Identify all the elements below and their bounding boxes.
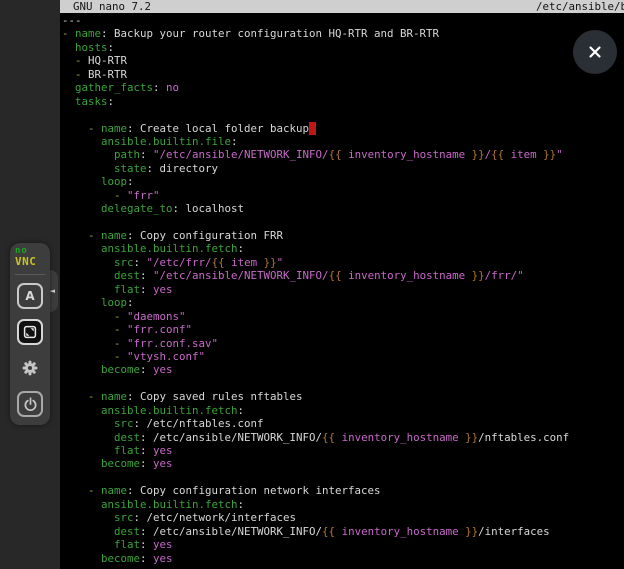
code-line: hosts: xyxy=(62,41,624,54)
settings-button[interactable] xyxy=(17,355,43,381)
code-line: - BR-RTR xyxy=(62,68,624,81)
code-line: - "vtysh.conf" xyxy=(62,350,624,363)
nano-filepath: /etc/ansible/b xyxy=(536,0,624,13)
terminal-window: GNU nano 7.2 /etc/ansible/b ---- name: B… xyxy=(60,0,624,569)
code-line: dest: "/etc/ansible/NETWORK_INFO/{{ inve… xyxy=(62,269,624,282)
code-line: dest: /etc/ansible/NETWORK_INFO/{{ inven… xyxy=(62,525,624,538)
close-icon xyxy=(586,43,604,61)
code-line: dest: /etc/ansible/NETWORK_INFO/{{ inven… xyxy=(62,431,624,444)
disconnect-button[interactable] xyxy=(17,391,43,417)
code-line: src: /etc/network/interfaces xyxy=(62,511,624,524)
code-line: - name: Copy configuration network inter… xyxy=(62,484,624,497)
close-button[interactable] xyxy=(573,30,617,74)
code-line: - name: Copy configuration FRR xyxy=(62,229,624,242)
code-line: loop: xyxy=(62,175,624,188)
app-root: ◄ no VNC A xyxy=(0,0,624,569)
nano-titlebar: GNU nano 7.2 /etc/ansible/b xyxy=(60,0,624,13)
code-line: flat: yes xyxy=(62,538,624,551)
code-line: delegate_to: localhost xyxy=(62,202,624,215)
vnc-control-panel: no VNC A xyxy=(10,243,50,425)
letter-a-icon: A xyxy=(25,289,34,303)
code-line: - name: Copy saved rules nftables xyxy=(62,390,624,403)
code-line xyxy=(62,377,624,390)
code-line: become: yes xyxy=(62,552,624,565)
code-line: ansible.builtin.fetch: xyxy=(62,404,624,417)
code-line: loop: xyxy=(62,296,624,309)
expand-icon xyxy=(23,325,37,339)
code-line xyxy=(62,216,624,229)
nano-editor[interactable]: ---- name: Backup your router configurat… xyxy=(62,14,624,569)
gear-icon xyxy=(22,360,38,376)
code-line: --- xyxy=(62,14,624,27)
code-line: flat: yes xyxy=(62,283,624,296)
code-line xyxy=(62,108,624,121)
code-line: flat: yes xyxy=(62,444,624,457)
code-line: - HQ-RTR xyxy=(62,54,624,67)
code-line: - "frr.conf" xyxy=(62,323,624,336)
code-line: - name: Backup your router configuration… xyxy=(62,27,624,40)
power-icon xyxy=(23,397,38,412)
code-line: ansible.builtin.fetch: xyxy=(62,242,624,255)
code-line xyxy=(62,471,624,484)
chevron-left-icon: ◄ xyxy=(50,288,55,295)
code-line: - "daemons" xyxy=(62,310,624,323)
code-line: gather_facts: no xyxy=(62,81,624,94)
code-line: ansible.builtin.fetch: xyxy=(62,498,624,511)
code-line: ansible.builtin.file: xyxy=(62,135,624,148)
extra-keys-button[interactable]: A xyxy=(17,283,43,309)
code-line: become: yes xyxy=(62,457,624,470)
logo-text-vnc: VNC xyxy=(15,256,50,267)
code-line: path: "/etc/ansible/NETWORK_INFO/{{ inve… xyxy=(62,148,624,161)
code-line: - "frr.conf.sav" xyxy=(62,337,624,350)
divider xyxy=(15,274,45,275)
vnc-sidebar: ◄ no VNC A xyxy=(0,0,60,569)
code-line: src: "/etc/frr/{{ item }}" xyxy=(62,256,624,269)
fullscreen-button[interactable] xyxy=(17,319,43,345)
code-line: - name: Create local folder backup xyxy=(62,122,624,135)
novnc-logo: no VNC xyxy=(10,247,50,267)
code-line: state: directory xyxy=(62,162,624,175)
code-line: become: yes xyxy=(62,363,624,376)
code-line: - "frr" xyxy=(62,189,624,202)
code-line: tasks: xyxy=(62,95,624,108)
code-line: src: /etc/nftables.conf xyxy=(62,417,624,430)
nano-version: GNU nano 7.2 xyxy=(60,0,151,13)
